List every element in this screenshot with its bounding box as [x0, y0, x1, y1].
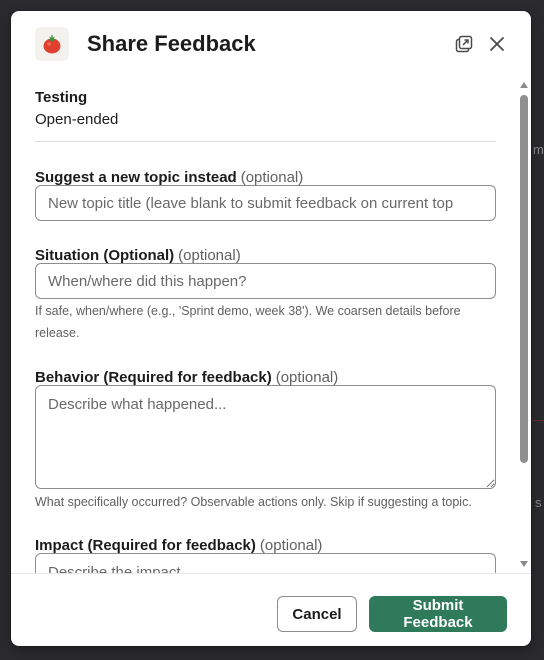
- behavior-label-text: Behavior (Required for feedback): [35, 369, 272, 386]
- situation-optional-tag: (optional): [178, 247, 241, 264]
- popout-button[interactable]: [451, 31, 477, 57]
- close-button[interactable]: [484, 31, 510, 57]
- popout-icon: [455, 35, 473, 53]
- submit-feedback-button[interactable]: Submit Feedback: [369, 596, 507, 632]
- behavior-optional-tag: (optional): [275, 369, 339, 386]
- share-feedback-modal: Share Feedback Testing Open-ended Sugges…: [11, 11, 531, 646]
- modal-body[interactable]: Testing Open-ended Suggest a new topic i…: [11, 77, 531, 573]
- background-text-fragment: s: [535, 495, 542, 510]
- tomato-icon: [35, 27, 69, 61]
- behavior-textarea[interactable]: [35, 385, 496, 489]
- topic-optional-tag: (optional): [240, 169, 304, 186]
- modal-scrollbar[interactable]: [517, 77, 531, 573]
- background-divider: [530, 420, 544, 421]
- topic-label-text: Suggest a new topic instead: [35, 169, 237, 186]
- behavior-hint: What specifically occurred? Observable a…: [35, 495, 472, 509]
- impact-field-label: Impact (Required for feedback) (optional): [35, 537, 322, 554]
- close-icon: [490, 37, 504, 51]
- modal-footer: Cancel Submit Feedback: [11, 573, 531, 646]
- divider: [35, 141, 496, 142]
- context-value: Open-ended: [35, 111, 119, 128]
- impact-textarea[interactable]: [35, 553, 496, 573]
- situation-input[interactable]: [35, 263, 496, 299]
- situation-hint: If safe, when/where (e.g., 'Sprint demo,…: [35, 304, 461, 340]
- scrollbar-thumb[interactable]: [520, 95, 528, 463]
- behavior-field-label: Behavior (Required for feedback) (optiona…: [35, 369, 338, 386]
- scroll-up-arrow-icon[interactable]: [520, 82, 528, 88]
- scroll-down-arrow-icon[interactable]: [520, 561, 528, 567]
- cancel-button[interactable]: Cancel: [277, 596, 357, 632]
- new-topic-input[interactable]: [35, 185, 496, 221]
- impact-label-text: Impact (Required for feedback): [35, 537, 256, 554]
- impact-optional-tag: (optional): [259, 537, 323, 554]
- context-label: Testing: [35, 89, 88, 106]
- modal-header: Share Feedback: [11, 11, 531, 77]
- modal-title: Share Feedback: [87, 31, 256, 56]
- background-text-fragment: m: [533, 142, 544, 157]
- topic-field-label: Suggest a new topic instead (optional): [35, 169, 303, 186]
- situation-field-label: Situation (Optional) (optional): [35, 247, 241, 264]
- situation-label-text: Situation (Optional): [35, 247, 175, 264]
